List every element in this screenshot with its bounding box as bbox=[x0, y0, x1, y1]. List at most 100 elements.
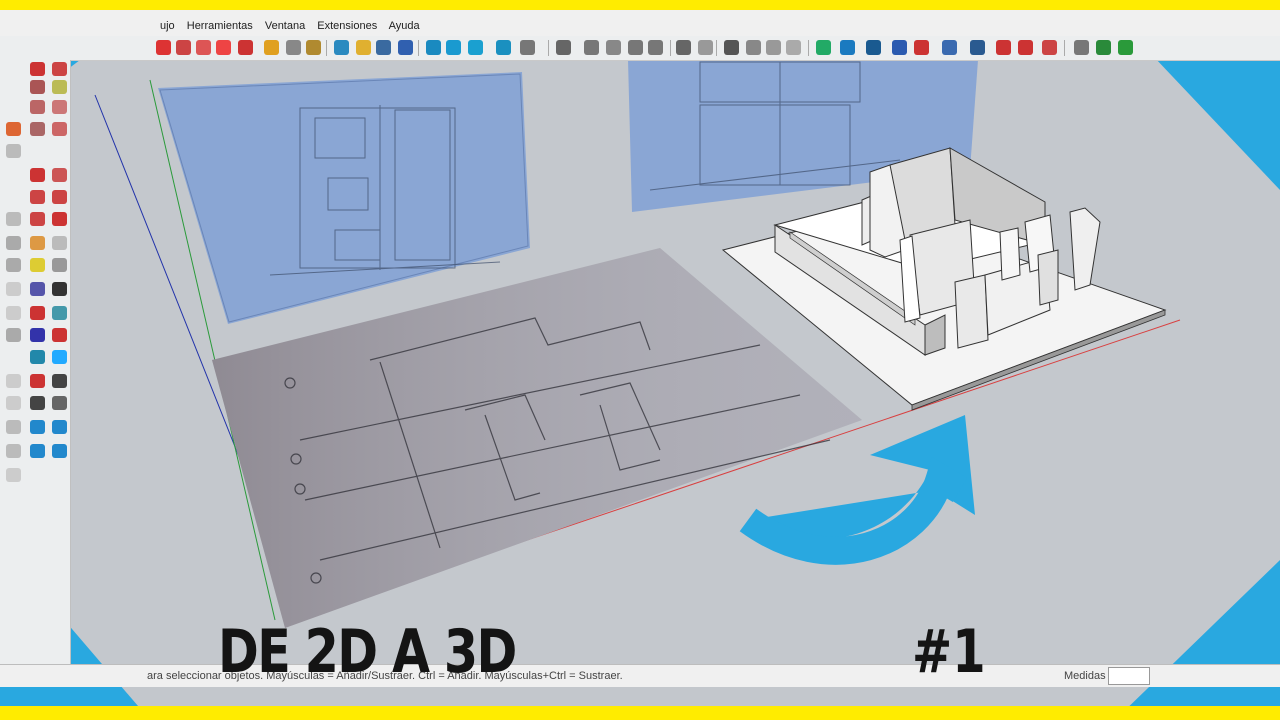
teapot-icon[interactable] bbox=[584, 40, 599, 55]
freehand-icon[interactable] bbox=[6, 144, 21, 158]
menu-tools[interactable]: Herramientas bbox=[187, 20, 253, 32]
menu-draw[interactable]: ujo bbox=[160, 20, 175, 32]
offset-icon[interactable] bbox=[238, 40, 253, 55]
section-plane-left-icon[interactable] bbox=[6, 396, 21, 410]
banner-strip-top bbox=[0, 0, 1280, 10]
paint-bucket-icon[interactable] bbox=[970, 40, 985, 55]
components-icon[interactable] bbox=[606, 40, 621, 55]
geo-location-icon[interactable] bbox=[1118, 40, 1133, 55]
scene-graphics bbox=[0, 0, 1280, 720]
axes-icon[interactable] bbox=[6, 258, 21, 272]
orbit-left-icon[interactable] bbox=[30, 282, 45, 296]
zoom-extents-left-icon[interactable] bbox=[30, 328, 45, 342]
paint-icon[interactable] bbox=[30, 80, 45, 94]
zoom-window-icon[interactable] bbox=[30, 306, 45, 320]
zoom-icon[interactable] bbox=[376, 40, 391, 55]
front-view-icon[interactable] bbox=[866, 40, 881, 55]
dimension-left-icon[interactable] bbox=[52, 258, 67, 272]
circle-icon[interactable] bbox=[6, 122, 21, 136]
drape-icon[interactable] bbox=[30, 444, 45, 458]
pan-icon[interactable] bbox=[356, 40, 371, 55]
validate-icon[interactable] bbox=[556, 40, 571, 55]
position-camera-icon[interactable] bbox=[426, 40, 441, 55]
menu-extensions[interactable]: Extensiones bbox=[317, 20, 377, 32]
banner-corner-bottom-right bbox=[1115, 560, 1280, 720]
line-icon[interactable] bbox=[942, 40, 957, 55]
sandbox-icon[interactable] bbox=[30, 420, 45, 434]
wireframe-icon[interactable] bbox=[766, 40, 781, 55]
warehouse-icon[interactable] bbox=[628, 40, 643, 55]
push-pull-icon[interactable] bbox=[892, 40, 907, 55]
menu-window[interactable]: Ventana bbox=[265, 20, 305, 32]
polygon-icon[interactable] bbox=[30, 122, 45, 136]
move-left-icon[interactable] bbox=[30, 168, 45, 182]
settings-icon[interactable] bbox=[520, 40, 535, 55]
layers-icon[interactable] bbox=[6, 306, 21, 320]
scale-left-icon[interactable] bbox=[6, 212, 21, 226]
flip-icon[interactable] bbox=[52, 212, 67, 226]
undo-icon[interactable] bbox=[996, 40, 1011, 55]
measure-input[interactable] bbox=[1108, 667, 1150, 685]
section-plane-icon[interactable] bbox=[496, 40, 511, 55]
eye-icon[interactable] bbox=[52, 374, 67, 388]
shadows-icon[interactable] bbox=[1074, 40, 1089, 55]
section-left-icon[interactable] bbox=[6, 282, 21, 296]
select-arrow-icon[interactable] bbox=[30, 62, 45, 76]
add-detail-icon[interactable] bbox=[52, 444, 67, 458]
make-component-icon[interactable] bbox=[52, 62, 67, 76]
tape-measure-icon[interactable] bbox=[264, 40, 279, 55]
protractor-icon[interactable] bbox=[52, 236, 67, 250]
rotate-left-icon[interactable] bbox=[30, 190, 45, 204]
text-icon[interactable] bbox=[306, 40, 321, 55]
camera-icon[interactable] bbox=[6, 328, 21, 342]
eraser-left-icon[interactable] bbox=[52, 80, 67, 94]
position-camera-left-icon[interactable] bbox=[30, 350, 45, 364]
pie-icon[interactable] bbox=[52, 122, 67, 136]
smoove-icon[interactable] bbox=[52, 420, 67, 434]
top-view-icon[interactable] bbox=[840, 40, 855, 55]
menu-help[interactable]: Ayuda bbox=[389, 20, 420, 32]
rotate-icon[interactable] bbox=[196, 40, 211, 55]
walk-through-icon[interactable] bbox=[52, 396, 67, 410]
fog-icon[interactable] bbox=[1096, 40, 1111, 55]
pan-left-icon[interactable] bbox=[52, 282, 67, 296]
stamp-icon[interactable] bbox=[6, 444, 21, 458]
layout-icon[interactable] bbox=[698, 40, 713, 55]
orbit-icon[interactable] bbox=[334, 40, 349, 55]
style-icon[interactable] bbox=[676, 40, 691, 55]
zoom-left-icon[interactable] bbox=[52, 306, 67, 320]
outliner-icon[interactable] bbox=[6, 236, 21, 250]
intersect-icon[interactable] bbox=[914, 40, 929, 55]
elevation-image-left bbox=[158, 72, 530, 324]
left-toolbar bbox=[0, 60, 71, 670]
sync-icon[interactable] bbox=[648, 40, 663, 55]
push-pull-left-icon[interactable] bbox=[52, 168, 67, 182]
previous-view-icon[interactable] bbox=[52, 328, 67, 342]
hidden-line-icon[interactable] bbox=[786, 40, 801, 55]
scale-icon[interactable] bbox=[216, 40, 231, 55]
move-icon[interactable] bbox=[156, 40, 171, 55]
arc-icon[interactable] bbox=[52, 100, 67, 114]
box-icon[interactable] bbox=[6, 420, 21, 434]
zoom-extents-icon[interactable] bbox=[398, 40, 413, 55]
follow-me-left-icon[interactable] bbox=[52, 190, 67, 204]
tape-left-icon[interactable] bbox=[30, 236, 45, 250]
iso-view-icon[interactable] bbox=[816, 40, 831, 55]
look-around-left-icon[interactable] bbox=[52, 350, 67, 364]
pencil-icon[interactable] bbox=[30, 100, 45, 114]
xray-icon[interactable] bbox=[724, 40, 739, 55]
back-edges-icon[interactable] bbox=[746, 40, 761, 55]
redo-icon[interactable] bbox=[1018, 40, 1033, 55]
overlay-episode: #1 bbox=[912, 617, 986, 687]
offset-left-icon[interactable] bbox=[30, 212, 45, 226]
walk-icon[interactable] bbox=[446, 40, 461, 55]
follow-me-icon[interactable] bbox=[176, 40, 191, 55]
look-around-icon[interactable] bbox=[468, 40, 483, 55]
footprints-icon[interactable] bbox=[30, 374, 45, 388]
eraser-icon[interactable] bbox=[1042, 40, 1057, 55]
shoe-icon[interactable] bbox=[30, 396, 45, 410]
dimension-icon[interactable] bbox=[286, 40, 301, 55]
text-left-icon[interactable] bbox=[30, 258, 45, 272]
flip-edge-icon[interactable] bbox=[6, 468, 21, 482]
walk-left-icon[interactable] bbox=[6, 374, 21, 388]
